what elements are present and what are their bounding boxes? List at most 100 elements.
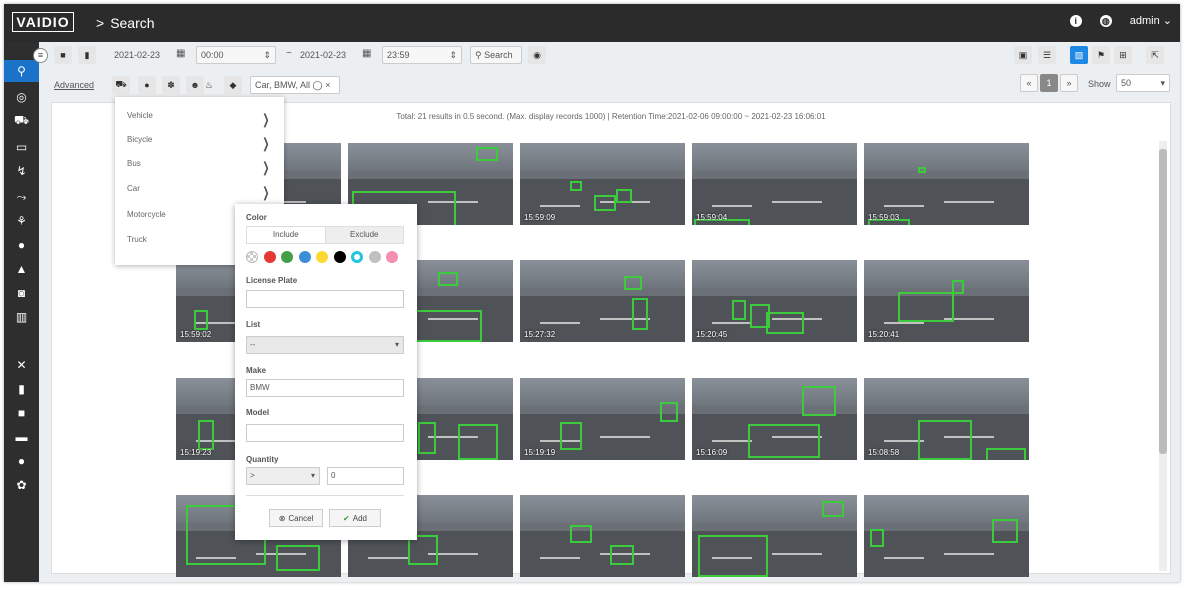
- detection-box: [610, 545, 634, 565]
- gears-icon[interactable]: ✿: [4, 474, 39, 496]
- result-thumbnail[interactable]: [692, 495, 857, 577]
- calendar-icon[interactable]: ▦: [176, 48, 185, 59]
- video-icon[interactable]: ■: [54, 46, 72, 64]
- car-filter-icon[interactable]: ⛟: [112, 76, 130, 94]
- toggle-icon[interactable]: ◯: [313, 77, 323, 93]
- spinner-icon[interactable]: ⇕: [263, 47, 271, 63]
- result-thumbnail[interactable]: 15:59:09: [520, 143, 685, 225]
- license-plate-label: License Plate: [246, 276, 298, 285]
- make-input[interactable]: BMW: [246, 379, 404, 397]
- globe-icon[interactable]: ◍: [1099, 14, 1112, 27]
- model-input[interactable]: [246, 424, 404, 442]
- color-swatch[interactable]: [263, 251, 276, 263]
- result-thumbnail[interactable]: 15:59:04: [692, 143, 857, 225]
- save-icon[interactable]: ▣: [1014, 46, 1032, 64]
- result-thumbnail[interactable]: 15:20:45: [692, 260, 857, 342]
- result-thumbnail[interactable]: 15:20:41: [864, 260, 1029, 342]
- end-time-field[interactable]: 23:59 ⇕: [382, 46, 462, 64]
- user-menu[interactable]: admin ⌄: [1130, 14, 1172, 27]
- quantity-label: Quantity: [246, 455, 279, 464]
- start-time-field[interactable]: 00:00 ⇕: [196, 46, 276, 64]
- id-card-icon[interactable]: ▭: [4, 136, 39, 158]
- image-view-icon[interactable]: ▧: [1070, 46, 1088, 64]
- detection-box: [570, 181, 582, 191]
- color-swatch[interactable]: [351, 251, 363, 263]
- fire-filter-icon[interactable]: ♨: [200, 76, 218, 94]
- bell-icon[interactable]: ▲: [4, 258, 39, 280]
- color-swatch[interactable]: [281, 251, 293, 263]
- tools-icon[interactable]: ✕: [4, 354, 39, 376]
- detection-box: [802, 386, 836, 416]
- menu-item-label: Bus: [127, 159, 141, 168]
- show-select[interactable]: 50 ▾: [1116, 74, 1170, 92]
- map-pin-icon[interactable]: ⚑: [1092, 46, 1110, 64]
- quantity-input[interactable]: 0: [327, 467, 404, 485]
- menu-item-bus[interactable]: Bus ❯: [127, 159, 272, 176]
- chart-icon[interactable]: ▥: [4, 306, 39, 328]
- scrollbar[interactable]: [1159, 141, 1167, 571]
- spinner-icon[interactable]: ⇕: [449, 47, 457, 63]
- grid-view-icon[interactable]: ⊞: [1114, 46, 1132, 64]
- thumbnail-sky: [864, 378, 1029, 406]
- file-icon[interactable]: ▮: [78, 46, 96, 64]
- include-tab[interactable]: Include: [247, 227, 326, 243]
- camera-focus-icon[interactable]: ◎: [4, 86, 39, 108]
- car-icon[interactable]: ⛟: [4, 110, 39, 132]
- camera-icon[interactable]: ◉: [528, 46, 546, 64]
- detection-box: [632, 298, 648, 330]
- user-icon[interactable]: ●: [4, 450, 39, 472]
- tag-filter-icon[interactable]: ◆: [224, 76, 242, 94]
- video-icon[interactable]: ■: [4, 402, 39, 424]
- person-filter-icon[interactable]: ●: [138, 76, 156, 94]
- start-date-field[interactable]: 2021-02-23: [110, 46, 168, 64]
- menu-item-bicycle[interactable]: Bicycle ❯: [127, 135, 272, 152]
- file-icon[interactable]: ▮: [4, 378, 39, 400]
- list-view-icon[interactable]: ☰: [1038, 46, 1056, 64]
- search-button[interactable]: ⚲ Search: [470, 46, 522, 64]
- color-swatch[interactable]: [246, 251, 258, 263]
- calendar-icon[interactable]: ▦: [362, 48, 371, 59]
- vaidio-logo[interactable]: VAIDIO: [12, 12, 74, 32]
- list-select[interactable]: -- ▾: [246, 336, 404, 354]
- running-icon[interactable]: ⚘: [4, 210, 39, 232]
- color-swatch[interactable]: [386, 251, 398, 263]
- prev-page-button[interactable]: «: [1020, 74, 1038, 92]
- add-button[interactable]: ✔ Add: [329, 509, 381, 527]
- result-thumbnail[interactable]: 15:59:03: [864, 143, 1029, 225]
- end-date-field[interactable]: 2021-02-23: [296, 46, 356, 64]
- thumbnail-sky: [864, 260, 1029, 288]
- alert-icon[interactable]: ●: [4, 234, 39, 256]
- exclude-tab[interactable]: Exclude: [325, 227, 403, 243]
- result-thumbnail[interactable]: 15:08:58: [864, 378, 1029, 460]
- color-swatch[interactable]: [298, 251, 311, 263]
- menu-item-vehicle[interactable]: Vehicle ❯: [127, 111, 272, 128]
- next-page-button[interactable]: »: [1060, 74, 1078, 92]
- search-icon[interactable]: ⚲: [4, 60, 39, 82]
- result-thumbnail[interactable]: [864, 495, 1029, 577]
- result-thumbnail[interactable]: 15:19:19: [520, 378, 685, 460]
- device-icon[interactable]: ▬: [4, 426, 39, 448]
- cancel-button[interactable]: ⊗ Cancel: [269, 509, 323, 527]
- paw-filter-icon[interactable]: ✽: [162, 76, 180, 94]
- face-scan-icon[interactable]: ◙: [4, 282, 39, 304]
- result-thumbnail[interactable]: [520, 495, 685, 577]
- export-icon[interactable]: ⇱: [1146, 46, 1164, 64]
- result-thumbnail[interactable]: 15:16:09: [692, 378, 857, 460]
- filter-chip[interactable]: Car, BMW, All ◯ ×: [250, 76, 340, 94]
- license-plate-input[interactable]: [246, 290, 404, 308]
- advanced-link[interactable]: Advanced: [54, 80, 94, 90]
- route-icon[interactable]: ↯: [4, 160, 39, 182]
- quantity-operator-select[interactable]: > ▾: [246, 467, 320, 485]
- color-swatch[interactable]: [316, 251, 328, 263]
- color-swatch[interactable]: [333, 251, 346, 263]
- info-icon[interactable]: i: [1069, 14, 1082, 27]
- close-icon[interactable]: ×: [325, 77, 330, 93]
- menu-item-car[interactable]: Car ❯: [127, 184, 272, 201]
- detection-box: [198, 420, 214, 450]
- menu-toggle-icon[interactable]: ≡: [33, 48, 48, 63]
- result-thumbnail[interactable]: 15:27:32: [520, 260, 685, 342]
- person-route-icon[interactable]: ⤳: [4, 186, 39, 208]
- scrollbar-thumb[interactable]: [1159, 149, 1167, 454]
- color-swatch[interactable]: [368, 251, 381, 263]
- page-number[interactable]: 1: [1040, 74, 1058, 92]
